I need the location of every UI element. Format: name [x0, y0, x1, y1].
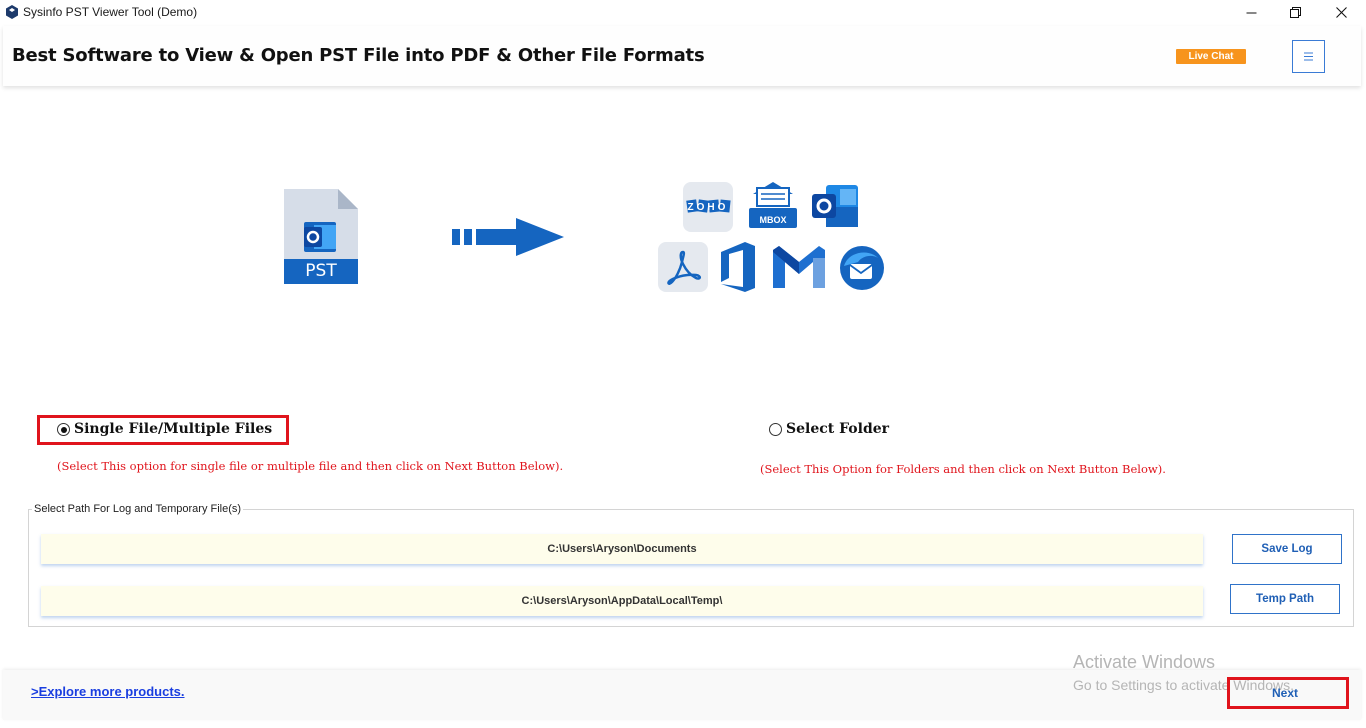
page-title: Best Software to View & Open PST File in… — [12, 45, 705, 66]
outlook-icon — [812, 183, 860, 229]
arrow-right-icon — [452, 218, 564, 256]
svg-text:ZOHO: ZOHO — [688, 202, 729, 213]
path-group-label: Select Path For Log and Temporary File(s… — [32, 503, 244, 515]
select-folder-radio[interactable] — [769, 423, 782, 436]
explore-products-link[interactable]: >Explore more products. — [31, 684, 185, 699]
zoho-icon: ZOHO — [683, 182, 733, 232]
title-bar: Sysinfo PST Viewer Tool (Demo) — [0, 0, 1366, 24]
single-file-radio[interactable] — [57, 423, 70, 436]
minimize-icon[interactable] — [1228, 0, 1274, 24]
activate-windows-title: Activate Windows — [1073, 652, 1216, 672]
close-icon[interactable] — [1318, 0, 1364, 24]
next-button[interactable]: Next — [1272, 686, 1298, 700]
app-logo-icon — [6, 5, 18, 19]
save-log-button[interactable]: Save Log — [1232, 534, 1342, 564]
thunderbird-icon — [838, 244, 886, 292]
pst-label: PST — [305, 261, 337, 281]
mbox-label: MBOX — [759, 215, 787, 225]
pdf-icon — [658, 242, 708, 292]
temp-path-field[interactable]: C:\Users\Aryson\AppData\Local\Temp\ — [41, 586, 1203, 616]
single-file-label[interactable]: Single File/Multiple Files — [74, 421, 272, 437]
window-title: Sysinfo PST Viewer Tool (Demo) — [23, 5, 198, 19]
app-header: Best Software to View & Open PST File in… — [3, 26, 1361, 86]
gmail-icon — [771, 244, 827, 290]
office-icon — [717, 242, 759, 292]
hamburger-menu-icon[interactable] — [1292, 40, 1325, 73]
restore-icon[interactable] — [1272, 0, 1318, 24]
single-file-hint: (Select This option for single file or m… — [57, 459, 564, 473]
temp-path-button[interactable]: Temp Path — [1230, 584, 1340, 614]
pst-file-icon: PST — [284, 189, 358, 284]
log-path-field[interactable]: C:\Users\Aryson\Documents — [41, 534, 1203, 564]
live-chat-button[interactable]: Live Chat — [1176, 49, 1246, 64]
select-folder-hint: (Select This Option for Folders and then… — [760, 462, 1166, 476]
mbox-icon: MBOX — [747, 182, 799, 230]
select-folder-label[interactable]: Select Folder — [786, 421, 889, 437]
